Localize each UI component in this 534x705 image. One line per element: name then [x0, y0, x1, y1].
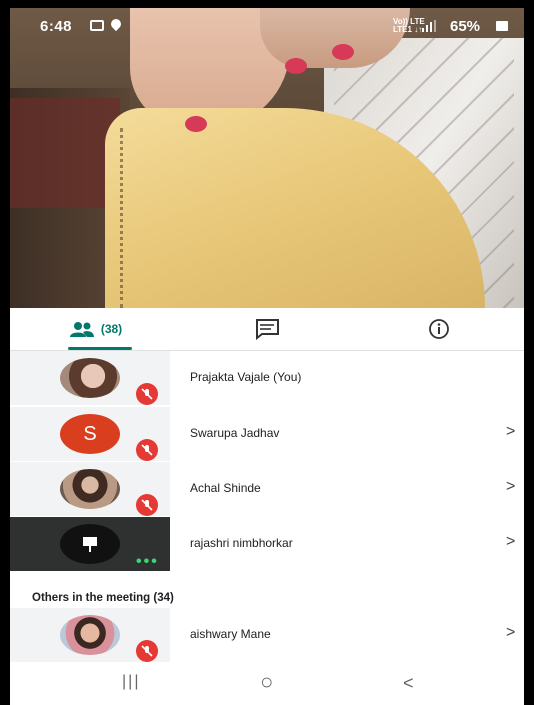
- participant-tile: •••: [10, 517, 170, 571]
- participant-tile: [10, 462, 170, 516]
- people-count: (38): [100, 322, 123, 336]
- participant-row[interactable]: Prajakta Vajale (You): [10, 351, 524, 405]
- phone-frame: 6:48 Vo)) LTE LTE1 ↓↑ 65% (38) Prajakta …: [0, 0, 534, 705]
- tab-info[interactable]: [353, 308, 524, 350]
- video-background-fabric: [10, 98, 120, 208]
- avatar: [60, 524, 120, 564]
- participant-tile: S: [10, 407, 170, 461]
- participant-row[interactable]: Achal Shinde >: [10, 462, 524, 516]
- chevron-right-icon[interactable]: >: [506, 423, 515, 441]
- video-nail: [185, 116, 207, 132]
- video-nail: [285, 58, 307, 74]
- participant-name: rajashri nimbhorkar: [190, 536, 293, 550]
- back-button[interactable]: <: [403, 673, 414, 694]
- network-label-bottom: LTE1 ↓↑: [393, 25, 423, 34]
- tab-underline: [68, 347, 132, 350]
- mic-off-icon: [136, 640, 158, 662]
- participant-row[interactable]: aishwary Mane >: [10, 608, 524, 662]
- screen: 6:48 Vo)) LTE LTE1 ↓↑ 65% (38) Prajakta …: [10, 8, 524, 705]
- signal-icon: [422, 20, 438, 32]
- avatar: [60, 358, 120, 398]
- participant-name: Prajakta Vajale (You): [190, 370, 302, 384]
- image-icon: [90, 20, 104, 31]
- status-time: 6:48: [40, 18, 73, 35]
- avatar: [60, 615, 120, 655]
- avatar-initial: S: [83, 422, 97, 445]
- info-icon: [428, 319, 449, 339]
- location-icon: [108, 16, 124, 32]
- others-section-title: Others in the meeting (34): [32, 592, 174, 604]
- recents-button[interactable]: |||: [122, 673, 140, 691]
- battery-percent: 65%: [450, 18, 481, 35]
- system-nav-bar: ||| ○ <: [10, 663, 524, 705]
- more-dots-icon: •••: [136, 553, 159, 570]
- present-icon: [83, 537, 97, 552]
- status-bar: 6:48 Vo)) LTE LTE1 ↓↑ 65%: [10, 8, 524, 44]
- network-label: Vo)) LTE LTE1 ↓↑: [393, 18, 425, 34]
- participant-row[interactable]: S Swarupa Jadhav >: [10, 407, 524, 461]
- chevron-right-icon[interactable]: >: [506, 624, 515, 642]
- tab-bar: (38): [10, 308, 524, 351]
- chat-icon: [256, 319, 279, 340]
- tab-people[interactable]: (38): [10, 308, 181, 350]
- participant-name: aishwary Mane: [190, 627, 271, 641]
- mic-off-icon: [136, 383, 158, 405]
- video-cloth-stitch: [120, 128, 153, 308]
- battery-icon: [496, 21, 508, 31]
- participant-tile: [10, 351, 170, 405]
- participant-row[interactable]: ••• rajashri nimbhorkar >: [10, 517, 524, 571]
- video-nail: [332, 44, 354, 60]
- home-button[interactable]: ○: [260, 669, 273, 695]
- tab-chat[interactable]: [181, 308, 353, 350]
- avatar: [60, 469, 120, 509]
- participant-name: Achal Shinde: [190, 481, 261, 495]
- mic-off-icon: [136, 494, 158, 516]
- avatar: S: [60, 414, 120, 454]
- participant-tile: [10, 608, 170, 662]
- mic-off-icon: [136, 439, 158, 461]
- people-icon: [69, 322, 94, 337]
- chevron-right-icon[interactable]: >: [506, 533, 515, 551]
- video-feed[interactable]: 6:48 Vo)) LTE LTE1 ↓↑ 65%: [10, 8, 524, 308]
- chevron-right-icon[interactable]: >: [506, 478, 515, 496]
- participant-name: Swarupa Jadhav: [190, 426, 280, 440]
